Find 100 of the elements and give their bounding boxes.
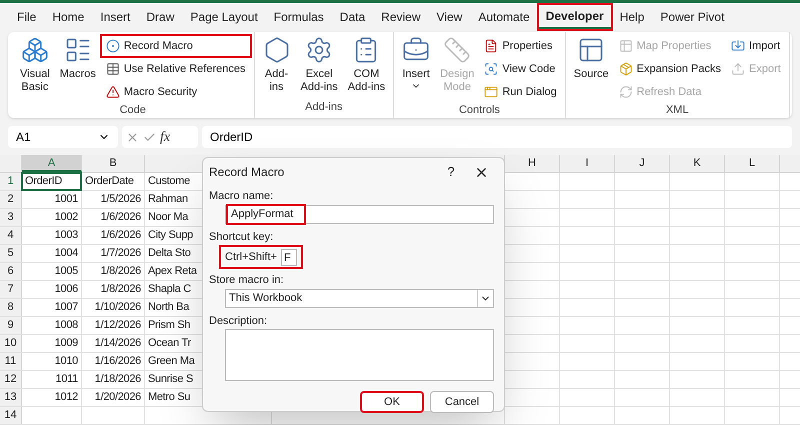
row-header[interactable]: 11 bbox=[0, 353, 22, 370]
ribbon-button[interactable]: Record Macro bbox=[102, 36, 250, 56]
column-header[interactable]: L bbox=[725, 155, 780, 172]
cubes-icon bbox=[20, 36, 49, 64]
ribbon-button[interactable]: Expansion Packs bbox=[614, 59, 726, 79]
row-header[interactable]: 4 bbox=[0, 227, 22, 244]
ribbon-button[interactable]: Visual Basic bbox=[16, 32, 54, 102]
table-cell-text: 1/18/2026 bbox=[94, 372, 142, 387]
table-cell-text: 1004 bbox=[54, 246, 79, 261]
ribbon-button[interactable]: View Code bbox=[480, 59, 561, 79]
menu-tab[interactable]: Automate bbox=[471, 5, 537, 29]
column-header[interactable]: J bbox=[615, 155, 670, 172]
group-label: Controls bbox=[458, 103, 501, 118]
table-cell-text: Apex Reta bbox=[147, 264, 198, 279]
ribbon-button[interactable]: COM Add-ins bbox=[344, 32, 390, 98]
row-header[interactable]: 8 bbox=[0, 299, 22, 316]
table-cell-text: 1/8/2026 bbox=[100, 264, 142, 279]
help-button[interactable]: ? bbox=[438, 162, 464, 182]
row-header[interactable]: 7 bbox=[0, 281, 22, 298]
row-header[interactable]: 6 bbox=[0, 263, 22, 280]
row-header[interactable]: 13 bbox=[0, 389, 22, 406]
ribbon-button[interactable]: Insert bbox=[398, 32, 434, 102]
function-label[interactable]: fx bbox=[160, 126, 170, 148]
shortcut-prefix: Ctrl+Shift+ bbox=[225, 250, 277, 265]
column-header[interactable]: K bbox=[670, 155, 725, 172]
menu-tab[interactable]: Home bbox=[45, 5, 92, 29]
check-icon bbox=[143, 130, 156, 144]
menu-tab[interactable]: Draw bbox=[139, 5, 182, 29]
table-cell: OrderID bbox=[22, 173, 81, 190]
shortcut-key-field[interactable]: F bbox=[280, 248, 297, 266]
description-field[interactable] bbox=[225, 329, 494, 381]
row-header[interactable]: 1 bbox=[0, 173, 22, 190]
table-cell-text: Ocean Tr bbox=[147, 336, 192, 351]
column-header[interactable]: B bbox=[82, 155, 145, 172]
menu-tab[interactable]: Developer bbox=[538, 5, 611, 29]
table-cell-text: 1007 bbox=[54, 300, 79, 315]
export-icon bbox=[731, 62, 746, 76]
list-icon bbox=[64, 36, 92, 64]
table-cell-text: 1/5/2026 bbox=[100, 192, 142, 207]
row-header[interactable]: 9 bbox=[0, 317, 22, 334]
table-cell-text: Custome bbox=[147, 174, 191, 189]
ribbon-button[interactable]: Add- ins bbox=[258, 32, 294, 98]
ribbon-button[interactable]: Properties bbox=[480, 36, 561, 56]
menu-tab[interactable]: Insert bbox=[93, 5, 138, 29]
ribbon-button[interactable]: Use Relative References bbox=[102, 59, 250, 79]
menu-tab[interactable]: File bbox=[10, 5, 44, 29]
column-header[interactable]: A bbox=[22, 155, 82, 172]
table-cell-text: 1/16/2026 bbox=[94, 354, 142, 369]
row-header[interactable]: 3 bbox=[0, 209, 22, 226]
ruler-icon bbox=[443, 36, 472, 64]
menu-tab[interactable]: Help bbox=[612, 5, 652, 29]
row-header[interactable]: 14 bbox=[0, 407, 22, 424]
table-cell-text: 1002 bbox=[54, 210, 79, 225]
ribbon-button[interactable]: Import bbox=[727, 36, 785, 56]
refresh-icon bbox=[618, 85, 633, 99]
row-header[interactable]: 5 bbox=[0, 245, 22, 262]
table-cell-text: 1/14/2026 bbox=[94, 336, 142, 351]
menu-tab[interactable]: Data bbox=[332, 5, 372, 29]
name-box[interactable]: A1 bbox=[8, 126, 118, 148]
description-label: Description: bbox=[209, 314, 268, 328]
table-icon bbox=[618, 39, 633, 53]
magnifier-icon bbox=[484, 62, 498, 76]
table-cell-text: Metro Su bbox=[147, 390, 192, 405]
table-cell-text: 1/20/2026 bbox=[94, 390, 142, 405]
column-header[interactable]: I bbox=[560, 155, 615, 172]
formula-field[interactable]: OrderID bbox=[202, 126, 792, 148]
row-header[interactable]: 2 bbox=[0, 191, 22, 208]
ribbon-button[interactable]: Macros bbox=[56, 32, 100, 102]
table-cell-text: 1/12/2026 bbox=[94, 318, 142, 333]
table-cell-text: 1008 bbox=[54, 318, 79, 333]
menu-tab[interactable]: Power Pivot bbox=[653, 5, 732, 29]
dialog-title: Record Macro bbox=[209, 164, 286, 181]
row-header[interactable]: 12 bbox=[0, 371, 22, 388]
table-cell-text: 1009 bbox=[54, 336, 79, 351]
table-cell-text: 1010 bbox=[54, 354, 79, 369]
table-cell-text: 1/8/2026 bbox=[100, 282, 142, 297]
table-cell-text: Noor Ma bbox=[147, 210, 190, 225]
dialog-button[interactable]: OK bbox=[360, 391, 424, 413]
table-cell-text: North Ba bbox=[147, 300, 190, 315]
table-cell-text: 1003 bbox=[54, 228, 79, 243]
dialog-button[interactable]: Cancel bbox=[430, 391, 494, 413]
menu-tab[interactable]: Page Layout bbox=[183, 5, 265, 29]
group-label: Code bbox=[118, 103, 147, 118]
table-cell-text: 1/10/2026 bbox=[94, 300, 142, 315]
import-icon bbox=[731, 39, 746, 53]
ribbon-button[interactable]: Excel Add-ins bbox=[296, 32, 342, 98]
menu-tab[interactable]: Formulas bbox=[266, 5, 331, 29]
menu-tab[interactable]: Review bbox=[374, 5, 428, 29]
ribbon-button[interactable]: Run Dialog bbox=[480, 82, 561, 102]
record-icon bbox=[106, 39, 120, 53]
menu-tab[interactable]: View bbox=[430, 5, 470, 29]
store-macro-label: Store macro in: bbox=[209, 273, 285, 288]
warning-icon bbox=[106, 85, 120, 99]
row-header[interactable]: 10 bbox=[0, 335, 22, 352]
ribbon-button[interactable]: Macro Security bbox=[102, 82, 250, 102]
ribbon-button[interactable]: Source bbox=[570, 32, 613, 102]
macro-name-field[interactable]: ApplyFormat bbox=[225, 204, 494, 224]
store-macro-select[interactable]: This Workbook bbox=[225, 288, 494, 308]
table-cell-text: 1/6/2026 bbox=[100, 210, 142, 225]
table-icon bbox=[106, 62, 120, 76]
